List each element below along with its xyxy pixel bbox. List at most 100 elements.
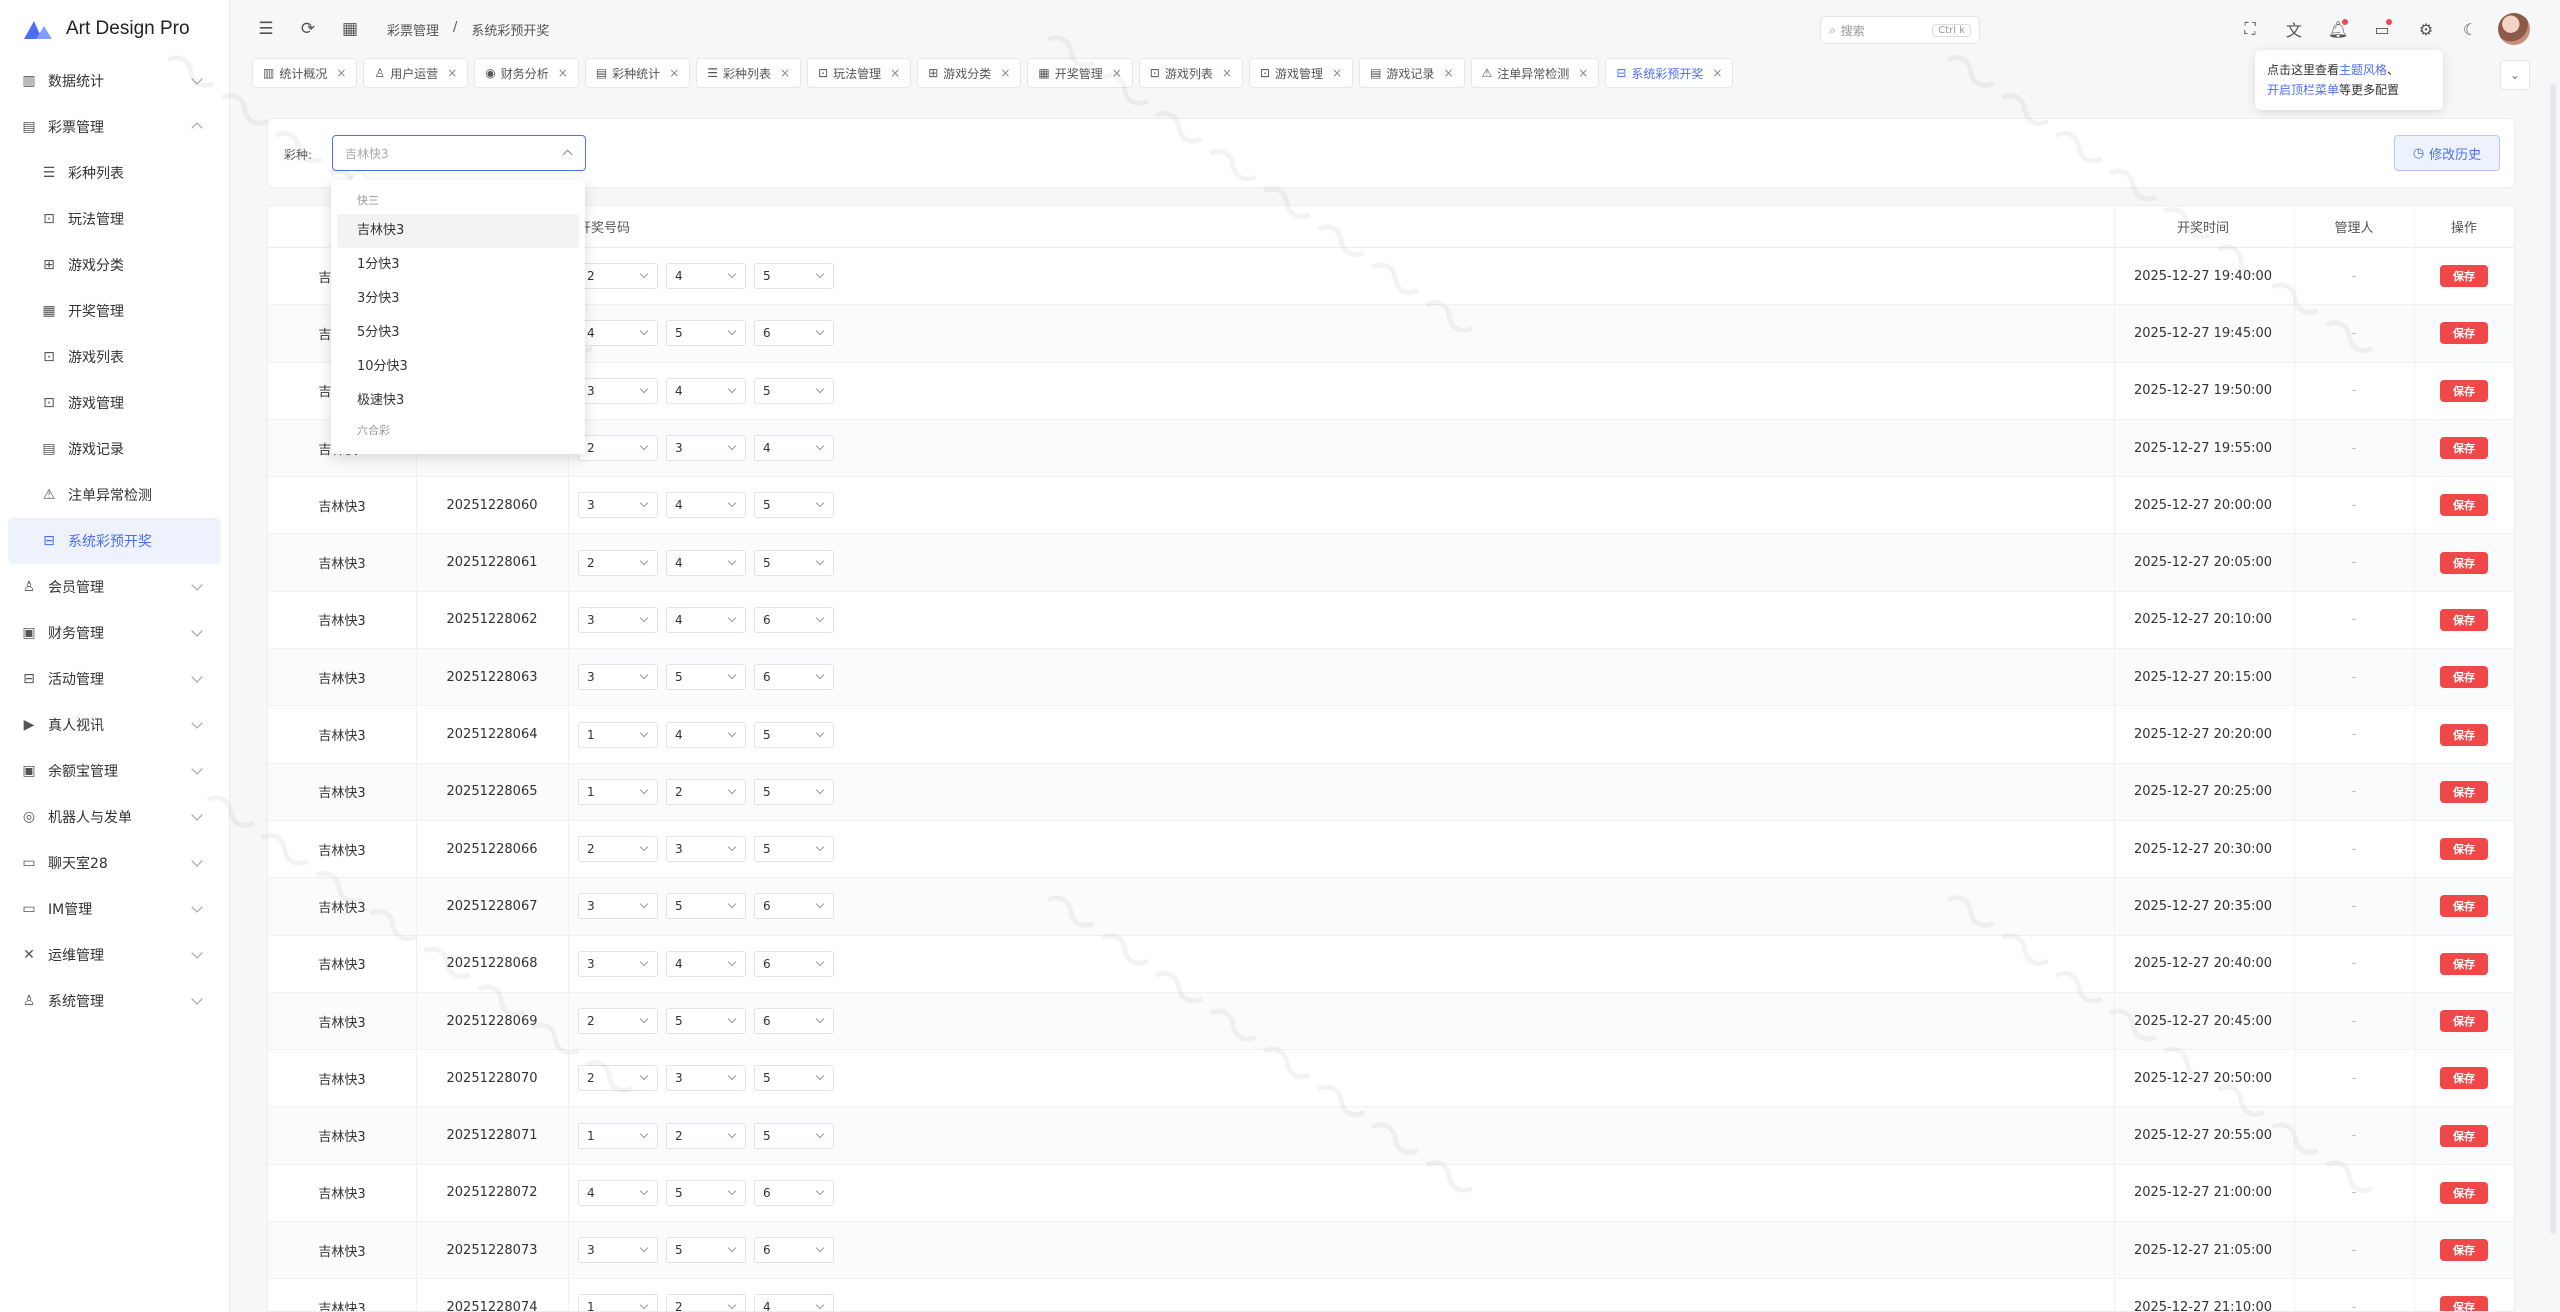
grid-apps-icon[interactable]: ▦ — [335, 14, 365, 44]
save-button[interactable]: 保存 — [2440, 1239, 2488, 1262]
dropdown-option[interactable]: 10分快3 — [331, 350, 585, 384]
draw-number-select[interactable]: 2 — [578, 549, 658, 576]
close-icon[interactable]: × — [890, 66, 900, 80]
draw-number-select[interactable]: 3 — [578, 377, 658, 404]
sidebar-item[interactable]: ▭ 聊天室28 — [0, 840, 229, 886]
draw-number-select[interactable]: 6 — [754, 1008, 834, 1034]
draw-number-select[interactable]: 1 — [578, 778, 658, 805]
close-icon[interactable]: × — [558, 66, 568, 80]
close-icon[interactable]: × — [1112, 66, 1122, 80]
draw-number-select[interactable]: 2 — [578, 1008, 658, 1034]
save-button[interactable]: 保存 — [2440, 1010, 2488, 1032]
save-button[interactable]: 保存 — [2440, 608, 2488, 631]
lottery-type-select[interactable]: 吉林快3 — [332, 135, 586, 171]
draw-number-select[interactable]: 6 — [754, 664, 834, 691]
draw-number-select[interactable]: 5 — [754, 549, 834, 576]
tab[interactable]: ◉ 财务分析 × — [474, 58, 579, 88]
breadcrumb-item[interactable]: 彩票管理 — [387, 20, 439, 39]
sidebar-item[interactable]: ♙ 会员管理 — [0, 564, 229, 610]
draw-number-select[interactable]: 5 — [666, 664, 746, 691]
sidebar-item[interactable]: ▥ 数据统计 — [0, 58, 229, 104]
sidebar-item[interactable]: ▣ 余额宝管理 — [0, 748, 229, 794]
draw-number-select[interactable]: 5 — [754, 1065, 834, 1092]
save-button[interactable]: 保存 — [2440, 723, 2488, 746]
dropdown-option[interactable]: 极速快3 — [331, 384, 585, 418]
page-scrollbar[interactable] — [2550, 84, 2556, 1234]
draw-number-select[interactable]: 4 — [578, 1179, 658, 1206]
draw-number-select[interactable]: 3 — [666, 1065, 746, 1092]
close-icon[interactable]: × — [669, 66, 679, 80]
save-button[interactable]: 保存 — [2440, 1181, 2488, 1204]
draw-number-select[interactable]: 2 — [666, 778, 746, 805]
sidebar-item[interactable]: ▤ 游戏记录 — [0, 426, 229, 472]
close-icon[interactable]: × — [1332, 66, 1342, 80]
draw-number-select[interactable]: 6 — [754, 1237, 834, 1264]
sidebar-item[interactable]: ⊡ 游戏管理 — [0, 380, 229, 426]
draw-number-select[interactable]: 1 — [578, 1294, 658, 1311]
save-button[interactable]: 保存 — [2440, 1067, 2488, 1090]
draw-number-select[interactable]: 2 — [666, 1294, 746, 1311]
draw-number-select[interactable]: 5 — [754, 492, 834, 519]
draw-number-select[interactable]: 2 — [578, 435, 658, 462]
logo[interactable]: Art Design Pro — [0, 0, 229, 58]
settings-icon[interactable]: ⚙ — [2411, 14, 2441, 44]
draw-number-select[interactable]: 4 — [666, 377, 746, 404]
tabs-more-chevron-icon[interactable]: ⌄ — [2500, 60, 2530, 90]
tab[interactable]: ▥ 统计概况 × — [252, 58, 358, 88]
dropdown-option[interactable]: 1分快3 — [331, 248, 585, 282]
sidebar-item[interactable]: ▦ 开奖管理 — [0, 288, 229, 334]
sidebar-item[interactable]: ⊞ 游戏分类 — [0, 242, 229, 288]
draw-number-select[interactable]: 4 — [666, 549, 746, 576]
draw-number-select[interactable]: 4 — [578, 320, 658, 347]
tab[interactable]: ⊟ 系统彩预开奖 × — [1605, 58, 1734, 88]
draw-number-select[interactable]: 6 — [754, 893, 834, 920]
draw-number-select[interactable]: 5 — [666, 320, 746, 347]
sidebar-item[interactable]: ✕ 运维管理 — [0, 932, 229, 978]
draw-number-select[interactable]: 4 — [666, 606, 746, 633]
tab[interactable]: ☰ 彩种列表 × — [696, 58, 802, 88]
draw-number-select[interactable]: 4 — [666, 950, 746, 977]
save-button[interactable]: 保存 — [2440, 838, 2488, 861]
translate-icon[interactable]: 文 — [2279, 14, 2309, 44]
tab[interactable]: ⚠ 注单异常检测 × — [1470, 58, 1600, 88]
draw-number-select[interactable]: 5 — [666, 1008, 746, 1034]
save-button[interactable]: 保存 — [2440, 952, 2488, 975]
draw-number-select[interactable]: 3 — [578, 492, 658, 519]
close-icon[interactable]: × — [1712, 66, 1722, 80]
draw-number-select[interactable]: 6 — [754, 1179, 834, 1206]
draw-number-select[interactable]: 1 — [578, 721, 658, 748]
draw-number-select[interactable]: 3 — [666, 435, 746, 462]
draw-number-select[interactable]: 2 — [578, 836, 658, 863]
sidebar-item[interactable]: ⊡ 游戏列表 — [0, 334, 229, 380]
draw-number-select[interactable]: 3 — [578, 606, 658, 633]
close-icon[interactable]: × — [1222, 66, 1232, 80]
tab[interactable]: ⊡ 游戏管理 × — [1248, 58, 1354, 88]
close-icon[interactable]: × — [447, 66, 457, 80]
draw-number-select[interactable]: 6 — [754, 320, 834, 347]
save-button[interactable]: 保存 — [2440, 437, 2488, 460]
dropdown-option[interactable]: 吉林快3 — [337, 214, 579, 248]
tab[interactable]: ⊡ 游戏列表 × — [1138, 58, 1243, 88]
dark-mode-icon[interactable]: ☾ — [2455, 14, 2485, 44]
draw-number-select[interactable]: 2 — [578, 263, 658, 290]
tab[interactable]: ⊞ 游戏分类 × — [917, 58, 1022, 88]
draw-number-select[interactable]: 6 — [754, 950, 834, 977]
draw-number-select[interactable]: 5 — [754, 836, 834, 863]
chat-icon[interactable]: ▭ — [2367, 14, 2397, 44]
draw-number-select[interactable]: 3 — [666, 836, 746, 863]
refresh-icon[interactable]: ⟳ — [293, 14, 323, 44]
sidebar-item[interactable]: ☰ 彩种列表 — [0, 150, 229, 196]
save-button[interactable]: 保存 — [2440, 895, 2488, 918]
tab[interactable]: ♙ 用户运营 × — [363, 58, 469, 88]
close-icon[interactable]: × — [780, 66, 790, 80]
tip-topmenu-link[interactable]: 开启顶栏菜单 — [2267, 83, 2339, 97]
save-button[interactable]: 保存 — [2440, 322, 2488, 345]
draw-number-select[interactable]: 4 — [666, 492, 746, 519]
sidebar-item[interactable]: ◎ 机器人与发单 — [0, 794, 229, 840]
dropdown-option[interactable]: 3分快3 — [331, 282, 585, 316]
tip-theme-link[interactable]: 主题风格 — [2339, 63, 2387, 77]
save-button[interactable]: 保存 — [2440, 551, 2488, 574]
close-icon[interactable]: × — [336, 66, 346, 80]
close-icon[interactable]: × — [1443, 66, 1453, 80]
save-button[interactable]: 保存 — [2440, 1296, 2488, 1311]
